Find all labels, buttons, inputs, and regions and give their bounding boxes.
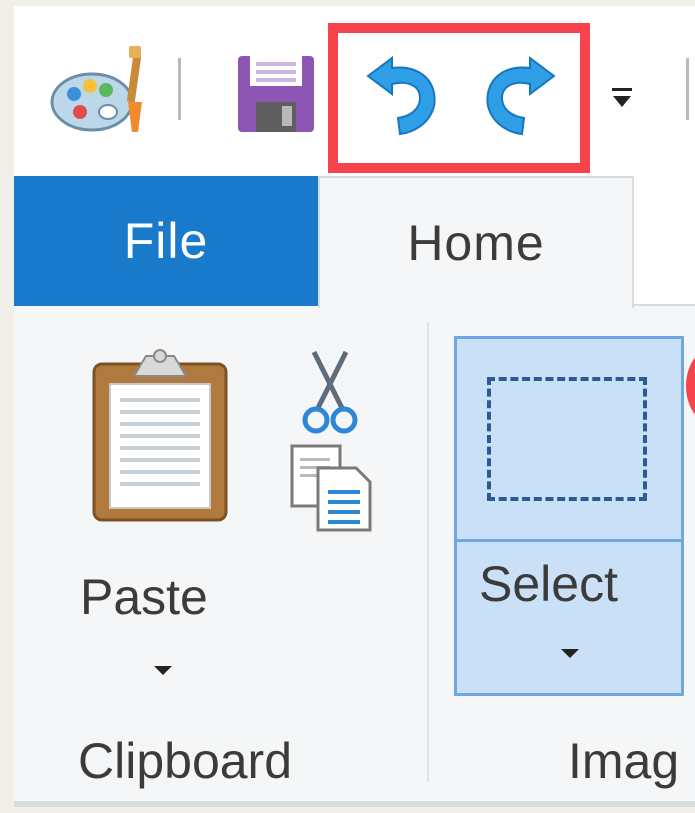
paint-window: File Home Paste Clipboard Select Imag xyxy=(14,6,695,807)
scissors-cut-icon[interactable] xyxy=(302,350,358,436)
tab-file-label: File xyxy=(123,213,209,269)
ribbon-panel: Paste Clipboard Select Imag xyxy=(14,306,695,807)
clipboard-group-label: Clipboard xyxy=(78,733,293,789)
select-dropdown-caret[interactable] xyxy=(561,649,579,658)
paste-label: Paste xyxy=(80,569,208,625)
paste-dropdown-caret xyxy=(154,666,172,675)
redo-icon[interactable] xyxy=(480,54,560,136)
select-label: Select xyxy=(479,556,618,612)
undo-icon[interactable] xyxy=(362,54,442,136)
tab-home[interactable]: Home xyxy=(318,176,634,308)
save-icon[interactable] xyxy=(236,54,316,134)
select-button[interactable]: Select xyxy=(454,336,684,696)
tab-file[interactable]: File xyxy=(14,176,318,306)
quick-access-toolbar xyxy=(14,6,695,176)
ribbon-tabs: File Home xyxy=(14,176,695,308)
rectangle-select-icon xyxy=(487,377,647,501)
group-separator xyxy=(427,322,429,782)
tab-home-label: Home xyxy=(407,215,545,271)
image-group-label: Imag xyxy=(568,733,680,789)
clipboard-paste-icon xyxy=(90,346,230,522)
paste-button[interactable]: Paste xyxy=(64,326,264,675)
copy-icon[interactable] xyxy=(288,442,374,534)
toolbar-separator xyxy=(178,58,181,120)
paint-app-icon[interactable] xyxy=(50,44,160,134)
customize-toolbar-icon[interactable] xyxy=(610,86,634,110)
toolbar-separator xyxy=(686,58,689,120)
select-split-divider xyxy=(457,539,681,542)
highlight-ring xyxy=(686,346,695,426)
ribbon-bottom-border xyxy=(14,801,695,807)
